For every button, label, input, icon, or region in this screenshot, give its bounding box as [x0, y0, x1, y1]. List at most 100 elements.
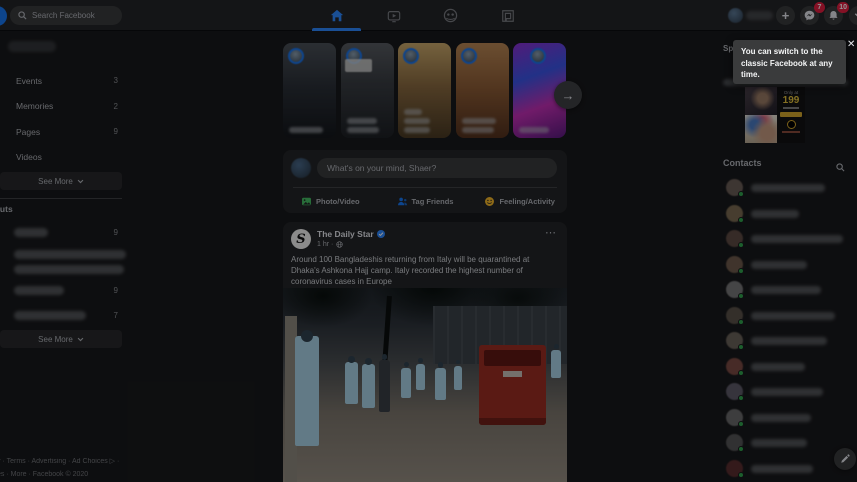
contact-row[interactable]: [723, 304, 857, 330]
shortcut-item[interactable]: 9: [0, 227, 122, 239]
chevron-down-icon: [77, 336, 84, 343]
messenger-badge: 7: [814, 2, 825, 13]
contact-row[interactable]: [723, 406, 857, 432]
ad-subscribe-button[interactable]: [780, 112, 802, 117]
post-author[interactable]: The Daily Star: [317, 229, 385, 239]
shortcut-item[interactable]: 9: [0, 285, 122, 297]
footer-line-1[interactable]: y · Terms · Advertising · Ad Choices ▷ ·: [0, 455, 187, 468]
search-input[interactable]: Search Facebook: [10, 6, 122, 25]
messenger-button[interactable]: 7: [800, 6, 819, 25]
story-card[interactable]: [341, 43, 394, 138]
tab-gaming[interactable]: [479, 0, 536, 31]
shortcut-count: 7: [114, 311, 118, 320]
profile-avatar[interactable]: [728, 8, 743, 23]
feeling-activity-label: Feeling/Activity: [499, 197, 554, 206]
contact-row[interactable]: [723, 227, 857, 253]
story-author-avatar: [530, 48, 546, 64]
page-logo-daily-star[interactable]: S: [291, 229, 311, 249]
contact-row[interactable]: [723, 202, 857, 228]
contact-name-blurred: [751, 312, 835, 320]
contact-row[interactable]: [723, 176, 857, 202]
story-author-avatar: [403, 48, 419, 64]
search-placeholder: Search Facebook: [32, 11, 95, 20]
sidebar-divider: [0, 198, 122, 199]
contact-row[interactable]: [723, 329, 857, 355]
profile-name-blurred[interactable]: [746, 11, 773, 20]
sidebar-item-label: Videos: [16, 152, 42, 162]
home-icon: [330, 9, 344, 23]
top-navigation-bar: Search Facebook + 7: [0, 0, 857, 31]
photo-video-button[interactable]: Photo/Video: [283, 190, 378, 212]
tab-home[interactable]: [308, 0, 365, 31]
story-name-line: [404, 118, 430, 124]
post-timestamp[interactable]: 1 hr ·: [317, 241, 343, 248]
composer-avatar[interactable]: [291, 158, 311, 178]
photo-person-ppe: [551, 350, 561, 378]
composer-divider: [293, 187, 557, 188]
tag-friends-label: Tag Friends: [412, 197, 454, 206]
ad-brand-logo: [787, 120, 796, 129]
tag-friends-icon: [397, 196, 408, 207]
post-photo[interactable]: [283, 288, 567, 482]
bell-icon: [828, 10, 839, 21]
contacts-list: [723, 176, 857, 482]
plus-icon: +: [782, 9, 790, 22]
feeling-icon: [484, 196, 495, 207]
chevron-down-icon: [77, 178, 84, 185]
post-options-button[interactable]: ⋯: [545, 226, 557, 239]
shortcut-name-blurred: [14, 311, 86, 320]
contact-row[interactable]: [723, 380, 857, 406]
story-card[interactable]: [398, 43, 451, 138]
account-menu-button[interactable]: [849, 6, 857, 25]
footer-links[interactable]: y · Terms · Advertising · Ad Choices ▷ ·…: [0, 455, 187, 481]
facebook-logo[interactable]: [0, 6, 7, 26]
post-composer: Photo/Video Tag Friends Feeling/Activity: [283, 150, 567, 213]
sidebar-item[interactable]: Videos: [0, 145, 122, 171]
contacts-search-button[interactable]: [836, 159, 845, 177]
story-name-blurred: [347, 115, 388, 133]
sponsored-ad[interactable]: Only at 199: [745, 87, 805, 143]
shortcut-item[interactable]: [0, 249, 122, 261]
stories-next-button[interactable]: →: [554, 81, 582, 109]
tab-watch[interactable]: [365, 0, 422, 31]
sidebar-profile-link-blurred[interactable]: [8, 41, 56, 52]
shortcut-item[interactable]: 7: [0, 310, 122, 322]
composer-input[interactable]: [317, 158, 557, 178]
story-card[interactable]: [283, 43, 336, 138]
new-message-button[interactable]: [834, 448, 856, 470]
tooltip-close-icon[interactable]: ✕: [847, 40, 855, 50]
sidebar-item-label: Events: [16, 76, 42, 86]
shortcut-name-blurred: [14, 286, 64, 295]
online-status-dot: [738, 191, 744, 197]
tab-groups[interactable]: [422, 0, 479, 31]
create-button[interactable]: +: [776, 6, 795, 25]
composer-actions: Photo/Video Tag Friends Feeling/Activity: [283, 190, 567, 212]
contact-row[interactable]: [723, 355, 857, 381]
contact-name-blurred: [751, 388, 823, 396]
online-status-dot: [738, 319, 744, 325]
footer-line-2[interactable]: es · More · Facebook © 2020: [0, 468, 187, 481]
sidebar-item-count: 3: [114, 76, 118, 85]
sidebar-item[interactable]: Events 3: [0, 68, 122, 94]
story-name-line: [462, 127, 494, 133]
online-status-dot: [738, 242, 744, 248]
sidebar-item[interactable]: Pages 9: [0, 119, 122, 145]
story-card[interactable]: [456, 43, 509, 138]
see-more-button[interactable]: See More: [0, 172, 122, 190]
sidebar-item[interactable]: Memories 2: [0, 94, 122, 120]
tag-friends-button[interactable]: Tag Friends: [378, 190, 473, 212]
online-status-dot: [738, 293, 744, 299]
photo-person: [379, 360, 390, 412]
story-name-blurred: [404, 106, 445, 133]
photo-person-ppe: [401, 368, 411, 398]
see-more-label: See More: [38, 177, 73, 186]
feeling-activity-button[interactable]: Feeling/Activity: [472, 190, 567, 212]
shortcut-item[interactable]: [0, 264, 122, 276]
contact-row[interactable]: [723, 253, 857, 279]
online-status-dot: [738, 344, 744, 350]
photo-video-label: Photo/Video: [316, 197, 360, 206]
see-more-shortcuts-button[interactable]: See More: [0, 330, 122, 348]
contact-row[interactable]: [723, 278, 857, 304]
shortcuts-title: Shortcuts: [0, 204, 13, 214]
notifications-button[interactable]: 10: [824, 6, 843, 25]
